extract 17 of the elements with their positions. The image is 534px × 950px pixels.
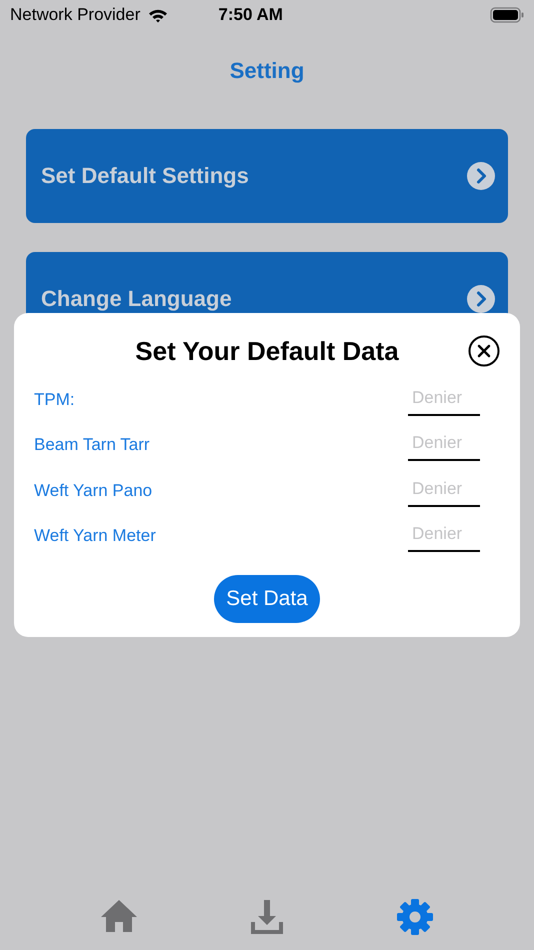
chevron-icon xyxy=(466,284,496,314)
field-label: TPM: xyxy=(34,390,75,410)
field-label: Beam Tarn Tarr xyxy=(34,435,150,456)
status-time: 7:50 AM xyxy=(218,5,283,25)
battery-icon xyxy=(490,7,524,23)
home-icon xyxy=(100,898,138,934)
chevron-icon xyxy=(466,161,496,191)
field-label: Weft Yarn Pano xyxy=(34,480,152,501)
page-title: Setting xyxy=(228,58,306,84)
close-button[interactable] xyxy=(468,335,500,367)
settings-icon xyxy=(396,898,434,936)
field-label: Weft Yarn Meter xyxy=(34,526,156,546)
wifi-icon xyxy=(148,8,168,22)
set-data-button[interactable]: Set Data xyxy=(214,575,320,623)
download-icon xyxy=(249,898,285,936)
carrier-name: Network Provider xyxy=(10,5,140,25)
menu-item[interactable]: Set Default Settings xyxy=(26,129,508,223)
